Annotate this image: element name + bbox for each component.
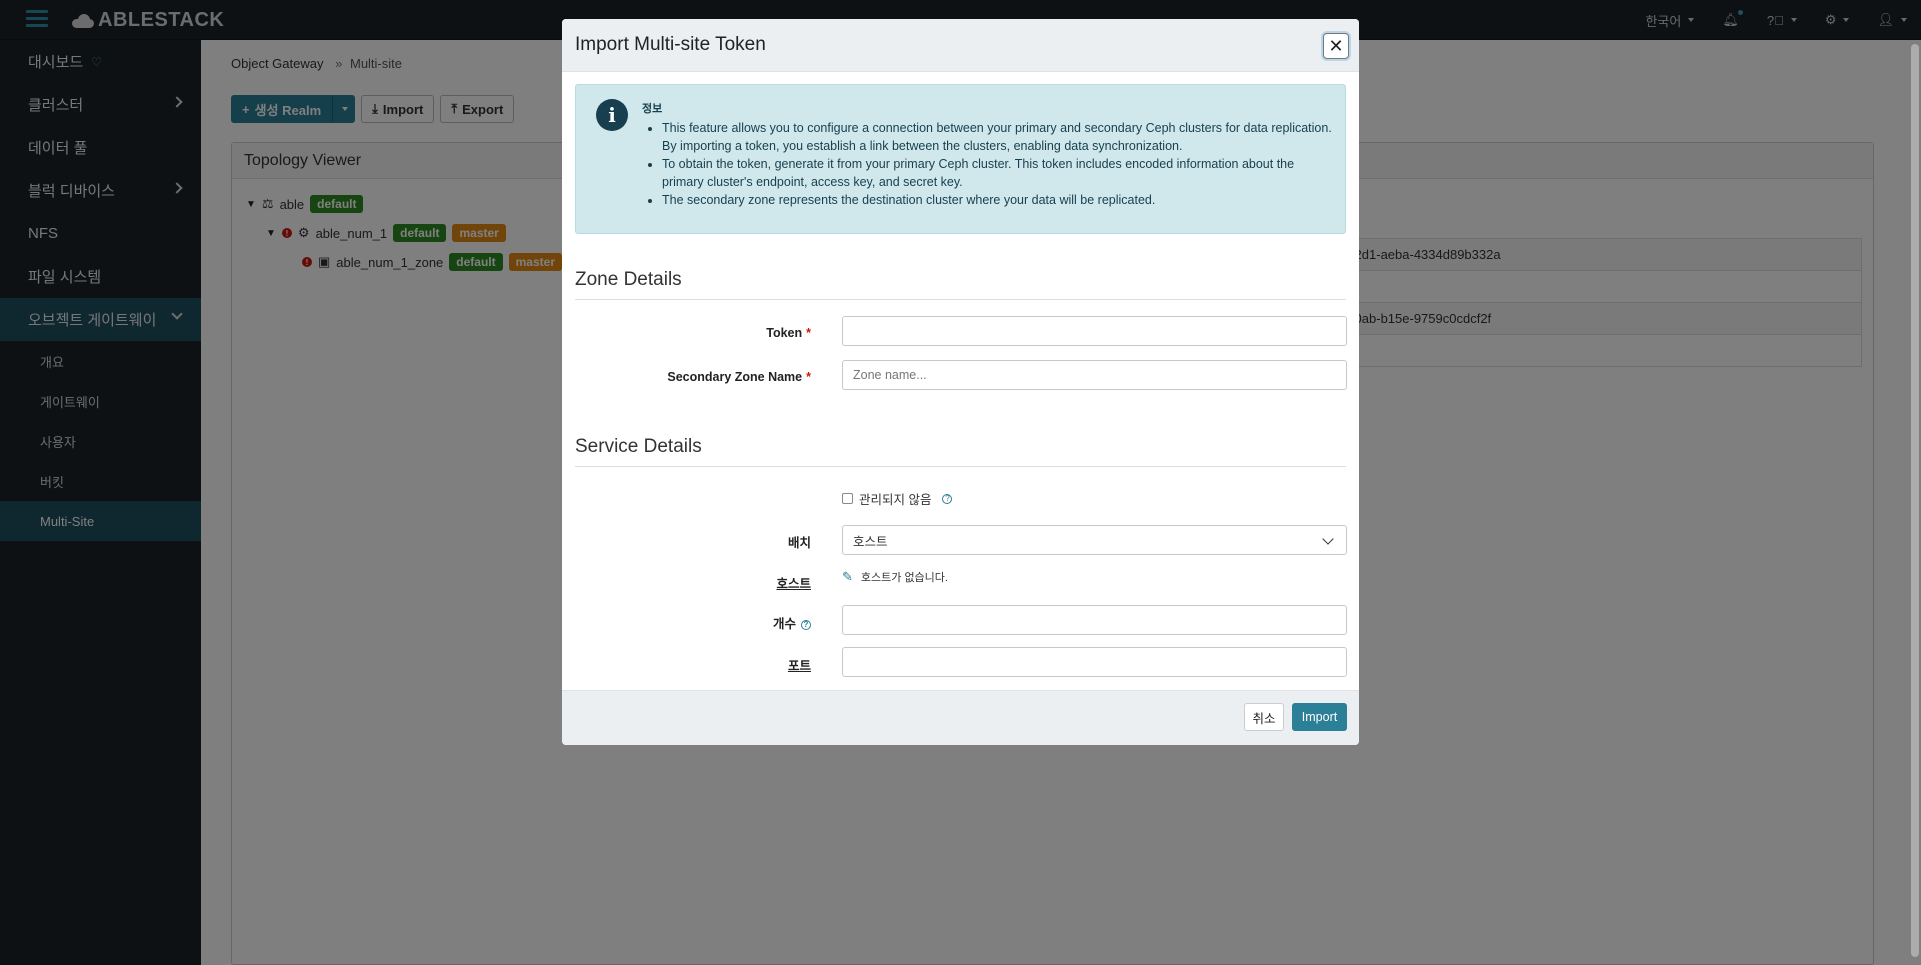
info-alert: i 정보 This feature allows you to configur… <box>575 84 1346 234</box>
import-submit-button[interactable]: Import <box>1292 703 1347 731</box>
info-icon: i <box>596 99 628 131</box>
scrollbar[interactable] <box>1911 44 1919 957</box>
count-label: 개수 <box>772 617 796 631</box>
placement-label: 배치 <box>787 536 811 550</box>
placement-value: 호스트 <box>853 534 888 549</box>
secondary-zone-label: Secondary Zone Name <box>667 370 803 384</box>
hosts-empty-text: 호스트가 없습니다. <box>860 572 948 584</box>
cancel-label: 취소 <box>1252 711 1276 726</box>
chevron-down-icon <box>1322 533 1334 545</box>
zone-details-heading: Zone Details <box>575 269 1346 300</box>
count-input[interactable] <box>842 605 1347 635</box>
alert-item: This feature allows you to configure a c… <box>662 119 1332 155</box>
close-button[interactable]: ✕ <box>1323 33 1349 59</box>
import-submit-label: Import <box>1301 710 1338 724</box>
service-details-heading: Service Details <box>575 436 1346 467</box>
help-icon[interactable]: ? <box>942 493 953 504</box>
modal-title: Import Multi-site Token <box>575 34 766 55</box>
alert-item: The secondary zone represents the destin… <box>662 191 1332 209</box>
token-input[interactable] <box>842 316 1347 346</box>
cancel-button[interactable]: 취소 <box>1244 703 1284 731</box>
token-label: Token <box>766 326 803 340</box>
modal-footer: 취소 Import <box>562 690 1359 745</box>
port-label: 포트 <box>787 659 811 673</box>
help-icon[interactable]: ? <box>801 619 811 630</box>
alert-title: 정보 <box>642 103 663 115</box>
unmanaged-label: 관리되지 않음 <box>859 493 932 507</box>
secondary-zone-input[interactable]: Zone name... <box>842 360 1347 390</box>
unmanaged-checkbox[interactable] <box>842 493 853 504</box>
hosts-label: 호스트 <box>776 577 811 591</box>
close-icon: ✕ <box>1328 35 1344 56</box>
import-token-modal: Import Multi-site Token ✕ i 정보 This feat… <box>562 19 1359 745</box>
alert-item: To obtain the token, generate it from yo… <box>662 155 1332 191</box>
placement-select[interactable]: 호스트 <box>842 525 1347 555</box>
pencil-icon[interactable]: ✎ <box>842 569 853 585</box>
port-input[interactable] <box>842 647 1347 677</box>
